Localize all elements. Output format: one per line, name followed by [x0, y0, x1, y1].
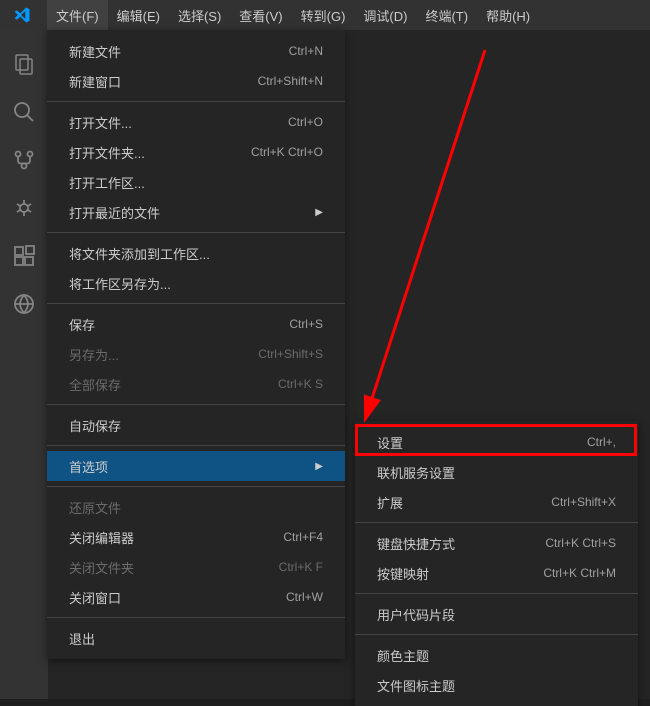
remote-icon[interactable]: [0, 280, 48, 328]
menu-item-shortcut: Ctrl+Shift+S: [258, 347, 323, 361]
menu-item[interactable]: 打开文件夹... Ctrl+K Ctrl+O: [47, 137, 345, 167]
menu-item-label: 将工作区另存为...: [69, 274, 171, 293]
menu-item[interactable]: 打开最近的文件 ▶: [47, 197, 345, 227]
menu-separator: [47, 617, 345, 618]
menu-item-label: 用户代码片段: [377, 605, 455, 624]
menu-item-label: 按键映射: [377, 564, 429, 583]
menubar-terminal[interactable]: 终端(T): [416, 0, 477, 30]
menu-separator: [355, 593, 638, 594]
menu-item-label: 退出: [69, 629, 95, 648]
menu-item-label: 联机服务设置: [377, 463, 455, 482]
menubar-file[interactable]: 文件(F): [47, 0, 108, 30]
menu-item-label: 保存: [69, 315, 95, 334]
menu-item-label: 关闭窗口: [69, 588, 121, 607]
menu-item-shortcut: Ctrl+K S: [278, 377, 323, 391]
menu-item-shortcut: Ctrl+K Ctrl+O: [251, 145, 323, 159]
menu-item-label: 关闭文件夹: [69, 558, 134, 577]
menu-separator: [47, 101, 345, 102]
menu-item-label: 打开最近的文件: [69, 203, 160, 222]
search-icon[interactable]: [0, 88, 48, 136]
menu-item-label: 还原文件: [69, 498, 121, 517]
activity-bar: [0, 30, 48, 699]
chevron-right-icon: ▶: [315, 461, 323, 472]
menu-separator: [355, 522, 638, 523]
menu-item[interactable]: 新建窗口 Ctrl+Shift+N: [47, 66, 345, 96]
menu-item-shortcut: Ctrl+W: [286, 590, 323, 604]
menu-item-shortcut: Ctrl+N: [289, 44, 323, 58]
menu-item-label: 自动保存: [69, 416, 121, 435]
menu-item-label: 文件图标主题: [377, 676, 455, 695]
menu-separator: [355, 634, 638, 635]
menu-item-shortcut: Ctrl+Shift+N: [258, 74, 323, 88]
menu-item[interactable]: 退出: [47, 623, 345, 653]
menu-item: 另存为... Ctrl+Shift+S: [47, 339, 345, 369]
menu-item-label: 关闭编辑器: [69, 528, 134, 547]
menu-item-label: 新建文件: [69, 42, 121, 61]
menubar-select[interactable]: 选择(S): [169, 0, 230, 30]
menu-item-label: 键盘快捷方式: [377, 534, 455, 553]
menu-item[interactable]: 自动保存: [47, 410, 345, 440]
menu-item-label: 颜色主题: [377, 646, 429, 665]
menu-item[interactable]: 联机服务设置: [355, 457, 638, 487]
menu-item[interactable]: 关闭窗口 Ctrl+W: [47, 582, 345, 612]
preferences-submenu: 设置 Ctrl+, 联机服务设置扩展 Ctrl+Shift+X 键盘快捷方式 Ctrl+K…: [355, 421, 638, 706]
menubar-debug[interactable]: 调试(D): [354, 0, 416, 30]
menu-item[interactable]: 首选项 ▶: [47, 451, 345, 481]
menu-item-label: 将文件夹添加到工作区...: [69, 244, 210, 263]
menu-item-label: 首选项: [69, 457, 108, 476]
menubar-view[interactable]: 查看(V): [230, 0, 291, 30]
menu-item[interactable]: 文件图标主题: [355, 670, 638, 700]
menu-separator: [47, 232, 345, 233]
menu-item[interactable]: 颜色主题: [355, 640, 638, 670]
menu-item-shortcut: Ctrl+F4: [283, 530, 323, 544]
menu-item[interactable]: 打开文件... Ctrl+O: [47, 107, 345, 137]
menu-separator: [47, 404, 345, 405]
menu-item[interactable]: 按键映射 Ctrl+K Ctrl+M: [355, 558, 638, 588]
menubar-goto[interactable]: 转到(G): [292, 0, 355, 30]
menu-item[interactable]: 设置 Ctrl+,: [355, 427, 638, 457]
menu-item: 还原文件: [47, 492, 345, 522]
menu-item-shortcut: Ctrl+K F: [279, 560, 323, 574]
source-control-icon[interactable]: [0, 136, 48, 184]
menu-item-shortcut: Ctrl+Shift+X: [551, 495, 616, 509]
menu-separator: [47, 303, 345, 304]
menu-item-label: 扩展: [377, 493, 403, 512]
menu-item[interactable]: 扩展 Ctrl+Shift+X: [355, 487, 638, 517]
menu-item-label: 设置: [377, 433, 403, 452]
menubar-help[interactable]: 帮助(H): [477, 0, 539, 30]
menubar: 文件(F) 编辑(E) 选择(S) 查看(V) 转到(G) 调试(D) 终端(T…: [0, 0, 650, 30]
menu-item: 关闭文件夹 Ctrl+K F: [47, 552, 345, 582]
menu-item[interactable]: 新建文件 Ctrl+N: [47, 36, 345, 66]
menu-item-shortcut: Ctrl+S: [289, 317, 323, 331]
chevron-right-icon: ▶: [315, 207, 323, 218]
menu-item[interactable]: 将工作区另存为...: [47, 268, 345, 298]
menu-item-shortcut: Ctrl+,: [587, 435, 616, 449]
menu-item[interactable]: 用户代码片段: [355, 599, 638, 629]
menu-item-shortcut: Ctrl+O: [288, 115, 323, 129]
extensions-icon[interactable]: [0, 232, 48, 280]
menu-item-shortcut: Ctrl+K Ctrl+M: [543, 566, 616, 580]
menu-item-label: 全部保存: [69, 375, 121, 394]
debug-icon[interactable]: [0, 184, 48, 232]
menu-separator: [47, 445, 345, 446]
menu-item-label: 打开文件夹...: [69, 143, 145, 162]
menu-item-label: 另存为...: [69, 345, 119, 364]
menu-separator: [47, 486, 345, 487]
menu-item-label: 新建窗口: [69, 72, 121, 91]
menu-item-shortcut: Ctrl+K Ctrl+S: [545, 536, 616, 550]
menu-item: 全部保存 Ctrl+K S: [47, 369, 345, 399]
file-dropdown-menu: 新建文件Ctrl+N新建窗口Ctrl+Shift+N打开文件...Ctrl+O打…: [47, 30, 345, 659]
menu-item[interactable]: 键盘快捷方式 Ctrl+K Ctrl+S: [355, 528, 638, 558]
menu-item-label: 打开工作区...: [69, 173, 145, 192]
menu-item[interactable]: 将文件夹添加到工作区...: [47, 238, 345, 268]
explorer-icon[interactable]: [0, 40, 48, 88]
menu-item[interactable]: 打开工作区...: [47, 167, 345, 197]
menu-item-label: 打开文件...: [69, 113, 132, 132]
menu-item[interactable]: 保存 Ctrl+S: [47, 309, 345, 339]
menu-item[interactable]: 关闭编辑器 Ctrl+F4: [47, 522, 345, 552]
vscode-logo-icon: [12, 5, 32, 25]
menubar-edit[interactable]: 编辑(E): [108, 0, 169, 30]
